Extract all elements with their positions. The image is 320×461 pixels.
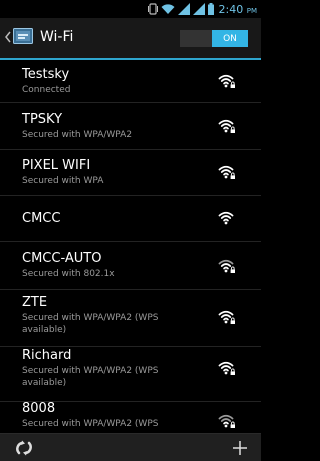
network-name: CMCC-AUTO [22,251,102,266]
wps-icon[interactable] [16,440,32,456]
add-network-icon[interactable] [232,440,248,456]
network-name: ZTE [22,295,48,310]
network-item[interactable]: Richard Secured with WPA/WPA2 (WPS avail… [0,346,261,402]
wifi-toggle[interactable]: ON [180,30,248,47]
wifi-signal-locked-icon [218,119,235,133]
network-status: Secured with WPA/WPA2 (WPS available) [22,366,159,388]
wifi-signal-locked-icon [218,74,235,88]
network-item[interactable]: CMCC-AUTO Secured with 802.1x [0,241,261,290]
back-caret-icon[interactable] [5,31,11,43]
network-item[interactable]: 8008 Secured with WPA/WPA2 (WPS [0,401,261,433]
network-list: Testsky Connected TPSKY Secured with WPA… [0,60,261,433]
network-item[interactable]: ZTE Secured with WPA/WPA2 (WPS available… [0,289,261,347]
page-title: Wi-Fi [40,29,74,45]
network-status: Secured with WPA/WPA2 (WPS available) [22,313,159,335]
clock-ampm: PM [246,6,257,15]
wifi-signal-locked-icon [218,414,235,428]
network-item[interactable]: TPSKY Secured with WPA/WPA2 [0,102,261,150]
network-name: PIXEL WIFI [22,158,91,173]
network-item[interactable]: PIXEL WIFI Secured with WPA [0,149,261,196]
network-item[interactable]: CMCC [0,195,261,242]
bottom-action-bar [0,433,261,461]
network-status: Secured with WPA [22,176,104,186]
network-item[interactable]: Testsky Connected [0,60,261,103]
network-name: CMCC [22,211,61,226]
wifi-settings-app-icon[interactable] [13,26,33,46]
wifi-signal-locked-icon [218,165,235,179]
action-bar: Wi-Fi ON [0,18,261,60]
signal-icon-2 [192,3,205,15]
vibrate-icon [147,3,158,15]
network-name: Richard [22,348,72,363]
wifi-status-icon [161,4,175,14]
status-bar: 2:40 PM [0,0,261,18]
wifi-toggle-on-label: ON [212,30,248,47]
network-status: Secured with WPA/WPA2 (WPS [22,419,159,429]
network-name: 8008 [22,401,56,416]
signal-icon-1 [177,3,190,15]
network-name: Testsky [22,67,70,82]
wifi-signal-locked-icon [218,310,235,324]
wifi-signal-locked-icon [218,361,235,375]
wifi-signal-icon [218,211,234,225]
wifi-signal-locked-icon [218,259,235,273]
battery-icon [207,3,214,15]
clock: 2:40 PM [219,3,257,16]
network-status: Secured with WPA/WPA2 [22,130,133,140]
network-name: TPSKY [22,112,63,127]
clock-time: 2:40 [218,2,244,16]
network-status: Connected [22,85,71,95]
network-status: Secured with 802.1x [22,269,115,279]
